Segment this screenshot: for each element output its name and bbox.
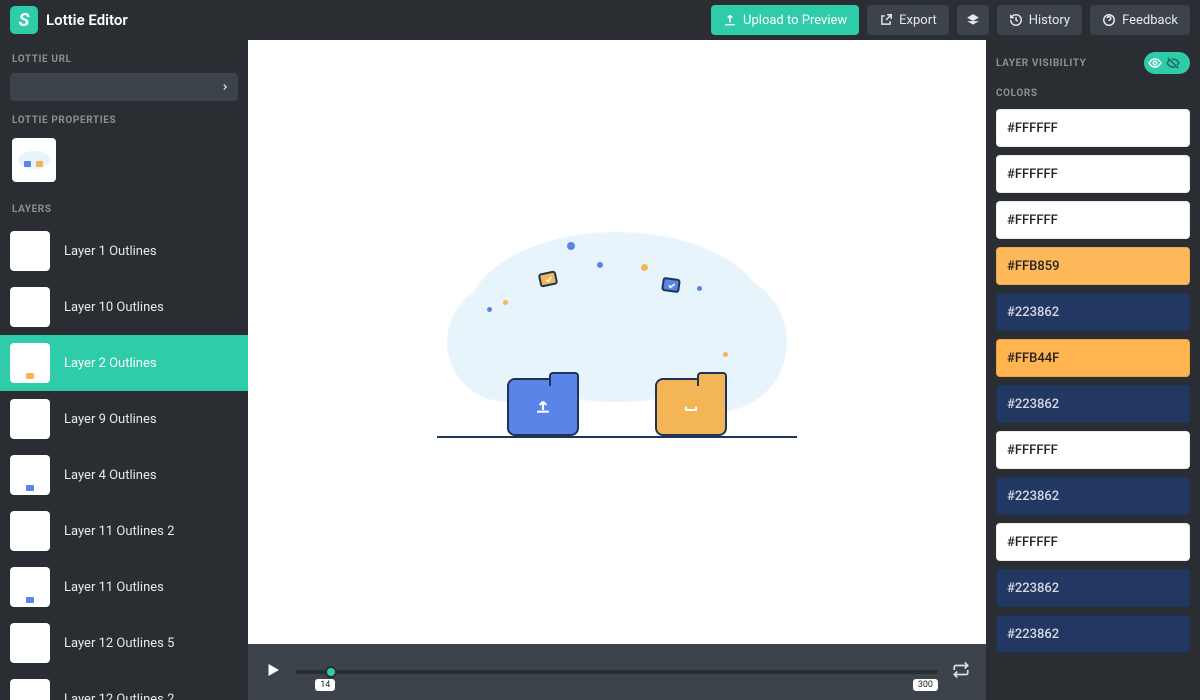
layers-section-label: LAYERS: [0, 190, 248, 223]
url-section-label: LOTTIE URL: [0, 40, 248, 73]
color-swatch[interactable]: #FFFFFF: [996, 201, 1190, 239]
eye-icon: [1148, 56, 1162, 70]
folder-orange: [655, 378, 727, 436]
layer-item[interactable]: Layer 9 Outlines: [0, 391, 248, 447]
layer-item[interactable]: Layer 4 Outlines: [0, 447, 248, 503]
visibility-toggle[interactable]: [1144, 52, 1190, 74]
app-title: Lottie Editor: [46, 11, 128, 29]
upload-button[interactable]: Upload to Preview: [711, 5, 859, 35]
export-icon: [879, 13, 893, 27]
end-frame-badge: 300: [913, 679, 938, 691]
props-section-label: LOTTIE PROPERTIES: [0, 101, 248, 134]
layer-label: Layer 2 Outlines: [64, 356, 157, 371]
timeline-playhead[interactable]: [325, 666, 337, 678]
color-swatch[interactable]: #223862: [996, 477, 1190, 515]
layer-thumbnail: [10, 567, 50, 607]
color-swatch[interactable]: #FFB44F: [996, 339, 1190, 377]
timeline-track[interactable]: 14 300: [296, 657, 938, 687]
color-swatch[interactable]: #223862: [996, 615, 1190, 653]
color-swatch[interactable]: #FFB859: [996, 247, 1190, 285]
export-button[interactable]: Export: [867, 5, 949, 35]
chevron-right-icon: [220, 82, 230, 92]
layers-list: Layer 1 Outlines Layer 10 Outlines Layer 2…: [0, 223, 248, 700]
help-icon: [1102, 13, 1116, 27]
history-icon: [1009, 13, 1023, 27]
color-swatch[interactable]: #FFFFFF: [996, 523, 1190, 561]
layers-icon: [966, 13, 980, 27]
layer-thumbnail: [10, 287, 50, 327]
layer-item[interactable]: Layer 11 Outlines: [0, 559, 248, 615]
layer-label: Layer 1 Outlines: [64, 244, 157, 259]
layer-thumbnail: [10, 511, 50, 551]
layer-item[interactable]: Layer 1 Outlines: [0, 223, 248, 279]
lottie-url-input[interactable]: [10, 73, 238, 101]
layer-label: Layer 11 Outlines: [64, 580, 164, 595]
layer-thumbnail: [10, 231, 50, 271]
sidebar-left: LOTTIE URL LOTTIE PROPERTIES LAYERS Laye…: [0, 40, 248, 700]
color-swatch[interactable]: #FFFFFF: [996, 109, 1190, 147]
layer-thumbnail: [10, 623, 50, 663]
colors-list: #FFFFFF #FFFFFF #FFFFFF #FFB859 #223862 #FFB4…: [996, 109, 1190, 653]
layer-item[interactable]: Layer 11 Outlines 2: [0, 503, 248, 559]
layer-item[interactable]: Layer 12 Outlines 2: [0, 671, 248, 700]
layer-thumbnail: [10, 343, 50, 383]
layer-item[interactable]: Layer 10 Outlines: [0, 279, 248, 335]
current-frame-badge: 14: [315, 679, 335, 691]
layer-label: Layer 4 Outlines: [64, 468, 157, 483]
layer-item[interactable]: Layer 12 Outlines 5: [0, 615, 248, 671]
folder-blue: [507, 378, 579, 436]
layer-label: Layer 9 Outlines: [64, 412, 157, 427]
play-button[interactable]: [264, 661, 282, 683]
topbar: S Lottie Editor Upload to Preview Export…: [0, 0, 1200, 40]
colors-label: COLORS: [996, 88, 1190, 99]
layer-label: Layer 12 Outlines 5: [64, 636, 174, 651]
layer-item[interactable]: Layer 2 Outlines: [0, 335, 248, 391]
app-logo: S: [10, 6, 38, 34]
layer-label: Layer 12 Outlines 2: [64, 692, 174, 700]
timeline: 14 300: [248, 644, 986, 700]
layer-label: Layer 11 Outlines 2: [64, 524, 174, 539]
visibility-label: LAYER VISIBILITY: [996, 58, 1086, 69]
upload-icon: [723, 13, 737, 27]
history-button[interactable]: History: [997, 5, 1082, 35]
color-swatch[interactable]: #223862: [996, 385, 1190, 423]
feedback-button[interactable]: Feedback: [1090, 5, 1190, 35]
canvas-area: 14 300: [248, 40, 986, 700]
layer-thumbnail: [10, 399, 50, 439]
preview-canvas[interactable]: [248, 40, 986, 644]
color-swatch[interactable]: #FFFFFF: [996, 155, 1190, 193]
layer-thumbnail: [10, 455, 50, 495]
sidebar-right: LAYER VISIBILITY COLORS #FFFFFF#FFFFFF#F…: [986, 40, 1200, 700]
color-swatch[interactable]: #FFFFFF: [996, 431, 1190, 469]
layer-label: Layer 10 Outlines: [64, 300, 164, 315]
properties-thumbnail[interactable]: [12, 138, 56, 182]
color-swatch[interactable]: #223862: [996, 569, 1190, 607]
layer-thumbnail: [10, 679, 50, 700]
layers-button[interactable]: [957, 5, 989, 35]
color-swatch[interactable]: #223862: [996, 293, 1190, 331]
eye-off-icon: [1166, 56, 1180, 70]
loop-button[interactable]: [952, 661, 970, 683]
